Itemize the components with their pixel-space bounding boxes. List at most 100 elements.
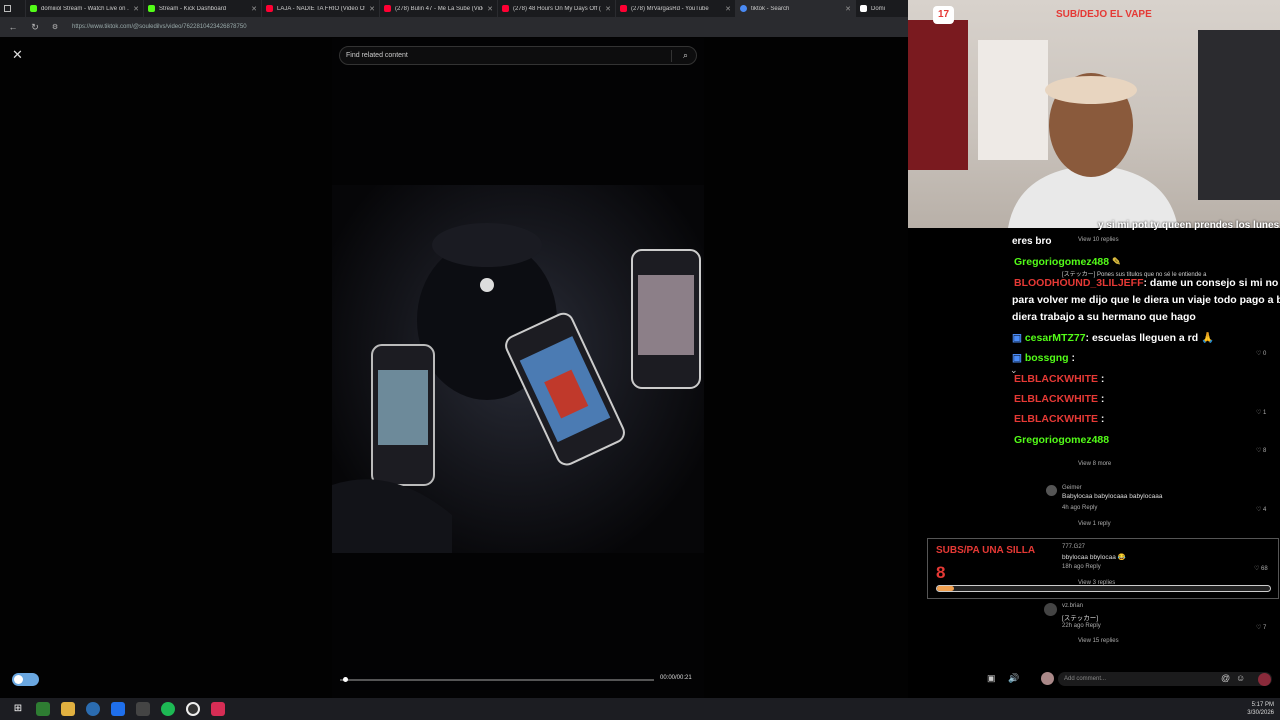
taskbar: ⊞ xyxy=(0,698,1280,720)
user-avatar[interactable] xyxy=(1041,672,1054,685)
app-icon[interactable] xyxy=(36,702,50,716)
comment-meta[interactable]: 4h ago Reply xyxy=(1062,505,1097,511)
browser-icon[interactable] xyxy=(86,702,100,716)
like-count[interactable]: ♡ 7 xyxy=(1256,624,1266,631)
reload-icon[interactable]: ↻ xyxy=(28,22,42,33)
video-frame[interactable] xyxy=(332,185,704,553)
close-tab-icon[interactable]: ✕ xyxy=(725,5,731,13)
tab-title: (278) 48 Hours On My Days Off (I... xyxy=(513,5,602,12)
clock-time: 5:17 PM xyxy=(1251,702,1274,708)
obs-icon[interactable] xyxy=(186,702,200,716)
spotify-icon[interactable] xyxy=(161,702,175,716)
avatar[interactable] xyxy=(1044,603,1057,616)
comment-meta[interactable]: 18h ago Reply xyxy=(1062,564,1101,570)
window-icon xyxy=(4,5,11,12)
goal-progress-bar xyxy=(936,585,1271,592)
divider xyxy=(671,50,672,62)
like-count[interactable]: ♡ 0 xyxy=(1256,350,1266,357)
tab-5[interactable]: (278) 48 Hours On My Days Off (I... ✕ xyxy=(498,0,616,17)
folder-icon[interactable] xyxy=(61,702,75,716)
like-count[interactable]: ♡ 8 xyxy=(1256,447,1266,454)
view-replies-link[interactable]: View 15 replies xyxy=(1078,638,1119,644)
comment-text: [ステッカー] xyxy=(1062,615,1099,622)
close-tab-icon[interactable]: ✕ xyxy=(605,5,611,13)
close-tab-icon[interactable]: ✕ xyxy=(487,5,493,13)
comment-text: bbylocaa bbylocaa 😂 xyxy=(1062,554,1126,561)
sleep-mask xyxy=(1045,76,1137,104)
comment-username[interactable]: Geimer xyxy=(1062,485,1082,491)
phone-left-screen xyxy=(378,370,428,445)
like-count[interactable]: ♡ 4 xyxy=(1256,506,1266,513)
close-tab-icon[interactable]: ✕ xyxy=(845,5,851,13)
search-icon[interactable]: ⌕ xyxy=(683,50,688,61)
youtube-icon xyxy=(502,5,509,12)
chat-message: ELBLACKWHITE : xyxy=(1014,413,1105,425)
viewer-count-badge: 17 xyxy=(933,6,954,24)
chat-message: ELBLACKWHITE : xyxy=(1014,393,1105,405)
stream-title: SUB/DEJO EL VAPE xyxy=(1056,9,1152,20)
chat-message-cont: para volver me dijo que le diera un viaj… xyxy=(1012,294,1280,306)
comment-username[interactable]: vz.brian xyxy=(1062,603,1083,609)
comment-placeholder: Add comment... xyxy=(1064,676,1107,682)
chat-message: Gregoriogomez488 xyxy=(1014,434,1110,446)
start-icon[interactable]: ⊞ xyxy=(11,702,25,716)
chat-message: ELBLACKWHITE : xyxy=(1014,373,1105,385)
avatar[interactable] xyxy=(1046,485,1057,496)
tab-3[interactable]: LAJA - NADIE TA FRIO (Video Of... ✕ xyxy=(262,0,380,17)
app-icon[interactable] xyxy=(111,702,125,716)
mention-icon[interactable]: @ xyxy=(1221,673,1230,683)
comment-meta[interactable]: 22h ago Reply xyxy=(1062,623,1101,629)
clock-date: 3/30/2026 xyxy=(1247,710,1274,716)
emoji-icon: ✎ xyxy=(1112,256,1121,268)
pen-icon[interactable] xyxy=(136,702,150,716)
badge-icon: ▣ xyxy=(1012,332,1022,344)
window-menu[interactable] xyxy=(0,0,26,17)
search-icon xyxy=(740,5,747,12)
red-clothes xyxy=(908,20,968,170)
url-field[interactable]: https://www.tiktok.com/@souledilvs/video… xyxy=(72,24,247,30)
cap xyxy=(432,223,542,267)
tab-6[interactable]: (278) MrVargasRd - YouTube ✕ xyxy=(616,0,736,17)
back-icon[interactable]: ← xyxy=(6,22,20,32)
send-icon[interactable] xyxy=(1258,673,1271,686)
search-input[interactable]: Find related content ⌕ xyxy=(339,46,697,65)
view-replies-link[interactable]: View 1 reply xyxy=(1078,521,1111,527)
close-tab-icon[interactable]: ✕ xyxy=(133,5,139,13)
tab-title: Domi xyxy=(871,5,886,12)
goal-count: 8 xyxy=(936,563,946,582)
tab-title: tiktok - Search xyxy=(751,5,790,12)
tab-4[interactable]: (278) Bulin 47 - Me La Sube (Vide... ✕ xyxy=(380,0,498,17)
close-icon[interactable]: ✕ xyxy=(12,47,23,63)
emoji-icon[interactable]: ☺ xyxy=(1236,673,1245,683)
tab-1[interactable]: domiiiol Stream - Watch Live on ... ✕ xyxy=(26,0,144,17)
tab-7-active[interactable]: tiktok - Search ✕ xyxy=(736,0,856,17)
tab-2[interactable]: Stream - Kick Dashboard ✕ xyxy=(144,0,262,17)
system-clock: 5:17 PM 3/30/2026 xyxy=(1247,701,1274,717)
webcam-feed xyxy=(908,20,1280,228)
view-replies-link[interactable]: View 3 replies xyxy=(1078,580,1115,586)
video-progress-bar[interactable] xyxy=(340,677,654,682)
autoscroll-toggle[interactable] xyxy=(12,673,39,686)
close-tab-icon[interactable]: ✕ xyxy=(369,5,375,13)
volume-icon[interactable]: 🔊 xyxy=(1008,673,1019,684)
like-count[interactable]: ♡ 1 xyxy=(1256,409,1266,416)
kick-icon xyxy=(30,5,37,12)
youtube-icon xyxy=(266,5,273,12)
youtube-icon xyxy=(384,5,391,12)
pip-icon[interactable]: ▣ xyxy=(987,673,996,684)
comment-username[interactable]: 777.G27 xyxy=(1062,544,1085,550)
like-count[interactable]: ♡ 68 xyxy=(1254,565,1268,572)
cap-logo xyxy=(480,278,494,292)
view-more-link[interactable]: View 8 more xyxy=(1078,461,1111,467)
chat-message: ▣ bossgng : xyxy=(1012,352,1076,364)
site-info-icon[interactable]: ⚙ xyxy=(48,23,62,31)
close-tab-icon[interactable]: ✕ xyxy=(251,5,257,13)
tiktok-studio-icon[interactable] xyxy=(211,702,225,716)
phone-right-screen xyxy=(638,275,694,355)
tab-8[interactable]: Domi xyxy=(856,0,908,17)
goal-progress-fill xyxy=(937,586,954,591)
video-content xyxy=(332,223,701,553)
goal-title: SUBS/PA UNA SILLA xyxy=(936,545,1036,556)
video-time: 00:00/00:21 xyxy=(660,675,692,681)
view-replies-link[interactable]: View 10 replies xyxy=(1078,237,1119,243)
